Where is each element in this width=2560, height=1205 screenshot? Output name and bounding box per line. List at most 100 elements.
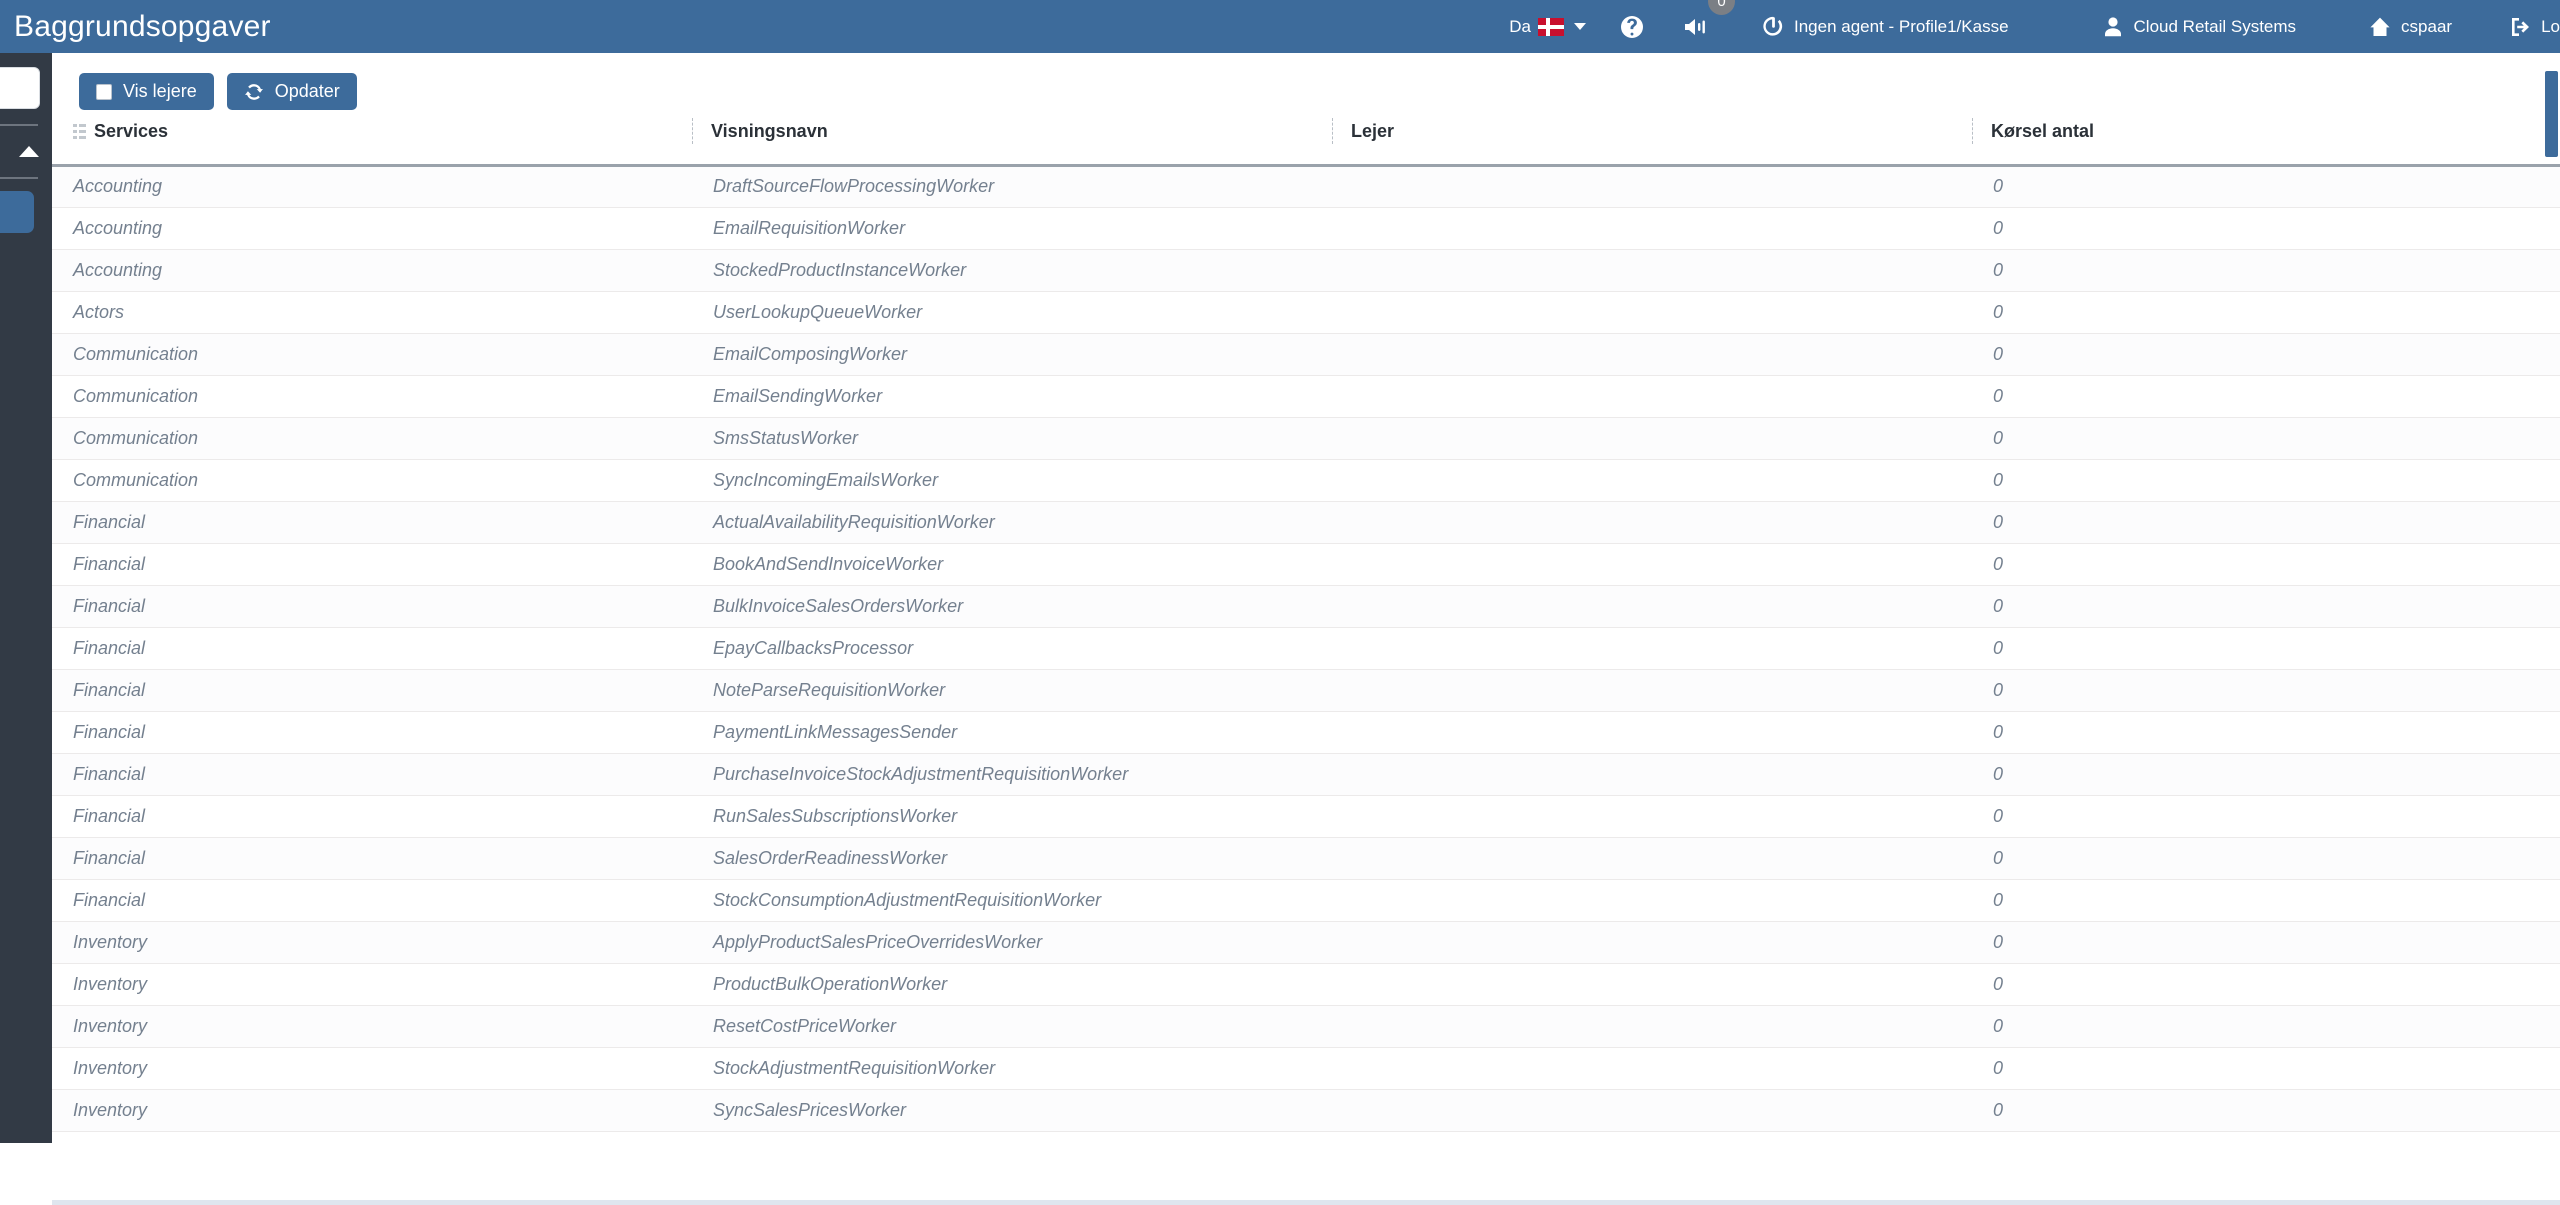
- table-row[interactable]: Financial NoteParseRequisitionWorker 0: [52, 669, 2560, 712]
- cell-tenant: [1332, 1005, 1972, 1048]
- cell-service: Financial: [52, 879, 692, 922]
- cell-display_name: RunSalesSubscriptionsWorker: [692, 795, 1332, 838]
- refresh-label: Opdater: [274, 81, 340, 101]
- table-row[interactable]: Financial RunSalesSubscriptionsWorker 0: [52, 795, 2560, 838]
- cell-run_count: 0: [1972, 1047, 2560, 1090]
- column-header-services[interactable]: Services: [52, 115, 692, 167]
- cell-run_count: 0: [1972, 543, 2560, 586]
- cell-run_count: 0: [1972, 207, 2560, 250]
- table-row[interactable]: Communication EmailSendingWorker 0: [52, 375, 2560, 418]
- cell-run_count: 0: [1972, 165, 2560, 208]
- table-row[interactable]: Inventory ResetCostPriceWorker 0: [52, 1005, 2560, 1048]
- table-row[interactable]: Accounting DraftSourceFlowProcessingWorke…: [52, 165, 2560, 208]
- cell-service: Accounting: [52, 165, 692, 208]
- table-row[interactable]: Financial EpayCallbacksProcessor 0: [52, 627, 2560, 670]
- column-header-tenant[interactable]: Lejer: [1332, 115, 1972, 167]
- table-row[interactable]: Inventory ApplyProductSalesPriceOverrides…: [52, 921, 2560, 964]
- column-header-tenant-label: Lejer: [1351, 120, 1395, 141]
- help-button[interactable]: [1620, 0, 1644, 53]
- table-body: Accounting DraftSourceFlowProcessingWorke…: [52, 165, 2560, 1132]
- cell-service: Communication: [52, 333, 692, 376]
- refresh-button[interactable]: Opdater: [226, 73, 357, 110]
- background-tasks-table-wrapper: Services Visningsnavn Lejer Kørsel antal…: [52, 115, 2560, 1205]
- cell-run_count: 0: [1972, 291, 2560, 334]
- agent-status-item[interactable]: Ingen agent - Profile1/Kasse: [1762, 0, 2009, 53]
- sidebar-divider-top: [0, 124, 38, 126]
- column-header-display-name[interactable]: Visningsnavn: [692, 115, 1332, 167]
- table-row[interactable]: Financial SalesOrderReadinessWorker 0: [52, 837, 2560, 880]
- language-label: Da: [1509, 16, 1531, 36]
- cell-tenant: [1332, 333, 1972, 376]
- agent-status-label: Ingen agent - Profile1/Kasse: [1794, 16, 2009, 36]
- table-row[interactable]: Communication SyncIncomingEmailsWorker 0: [52, 459, 2560, 502]
- table-row[interactable]: Financial PaymentLinkMessagesSender 0: [52, 711, 2560, 754]
- table-row[interactable]: Financial ActualAvailabilityRequisitionWo…: [52, 501, 2560, 544]
- sidebar-action-button[interactable]: [0, 191, 34, 233]
- logout-icon: [2512, 17, 2530, 36]
- table-row[interactable]: Accounting StockedProductInstanceWorker 0: [52, 249, 2560, 292]
- table-row[interactable]: Inventory ProductBulkOperationWorker 0: [52, 963, 2560, 1006]
- cell-run_count: 0: [1972, 501, 2560, 544]
- table-row[interactable]: Actors UserLookupQueueWorker 0: [52, 291, 2560, 334]
- cell-display_name: ActualAvailabilityRequisitionWorker: [692, 501, 1332, 544]
- cell-service: Communication: [52, 375, 692, 418]
- cell-display_name: BulkInvoiceSalesOrdersWorker: [692, 585, 1332, 628]
- vertical-scrollbar-thumb[interactable]: [2545, 71, 2558, 157]
- table-row[interactable]: Financial PurchaseInvoiceStockAdjustmentR…: [52, 753, 2560, 796]
- cell-display_name: StockedProductInstanceWorker: [692, 249, 1332, 292]
- table-row[interactable]: Inventory StockAdjustmentRequisitionWorke…: [52, 1047, 2560, 1090]
- sidebar-search-input[interactable]: [0, 67, 40, 109]
- show-tenants-checkbox[interactable]: [96, 83, 112, 100]
- cell-display_name: BookAndSendInvoiceWorker: [692, 543, 1332, 586]
- cell-display_name: StockConsumptionAdjustmentRequisitionWor…: [692, 879, 1332, 922]
- cell-tenant: [1332, 921, 1972, 964]
- table-row[interactable]: Communication SmsStatusWorker 0: [52, 417, 2560, 460]
- table-row[interactable]: Financial StockConsumptionAdjustmentRequi…: [52, 879, 2560, 922]
- background-tasks-table: Services Visningsnavn Lejer Kørsel antal…: [52, 115, 2560, 1132]
- table-head: Services Visningsnavn Lejer Kørsel antal: [52, 115, 2560, 167]
- logout-item[interactable]: Lo: [2508, 0, 2560, 53]
- cell-display_name: UserLookupQueueWorker: [692, 291, 1332, 334]
- cell-service: Inventory: [52, 1005, 692, 1048]
- table-row[interactable]: Financial BookAndSendInvoiceWorker 0: [52, 543, 2560, 586]
- cell-display_name: PurchaseInvoiceStockAdjustmentRequisitio…: [692, 753, 1332, 796]
- table-row[interactable]: Financial BulkInvoiceSalesOrdersWorker 0: [52, 585, 2560, 628]
- home-icon: [2370, 17, 2390, 36]
- show-tenants-label: Vis lejere: [123, 81, 197, 101]
- cell-tenant: [1332, 795, 1972, 838]
- cell-service: Financial: [52, 627, 692, 670]
- cell-display_name: NoteParseRequisitionWorker: [692, 669, 1332, 712]
- cell-service: Financial: [52, 753, 692, 796]
- cell-tenant: [1332, 669, 1972, 712]
- show-tenants-button[interactable]: Vis lejere: [79, 73, 214, 110]
- cell-tenant: [1332, 1089, 1972, 1132]
- column-header-run-count[interactable]: Kørsel antal: [1972, 115, 2560, 167]
- cell-run_count: 0: [1972, 375, 2560, 418]
- notification-badge: 0: [1708, 0, 1735, 15]
- cell-tenant: [1332, 879, 1972, 922]
- language-selector[interactable]: Da: [1509, 0, 1586, 53]
- cell-display_name: ResetCostPriceWorker: [692, 1005, 1332, 1048]
- speaker-icon: [1685, 18, 1705, 35]
- cell-tenant: [1332, 501, 1972, 544]
- cell-run_count: 0: [1972, 711, 2560, 754]
- cell-tenant: [1332, 753, 1972, 796]
- cell-run_count: 0: [1972, 417, 2560, 460]
- chevron-up-icon[interactable]: [19, 146, 39, 157]
- table-row[interactable]: Communication EmailComposingWorker 0: [52, 333, 2560, 376]
- cell-service: Financial: [52, 501, 692, 544]
- sound-notifications-button[interactable]: 0: [1682, 0, 1735, 53]
- table-row[interactable]: Inventory SyncSalesPricesWorker 0: [52, 1089, 2560, 1132]
- cell-display_name: EmailComposingWorker: [692, 333, 1332, 376]
- table-header-row: Services Visningsnavn Lejer Kørsel antal: [52, 115, 2560, 167]
- table-row[interactable]: Accounting EmailRequisitionWorker 0: [52, 207, 2560, 250]
- cell-service: Accounting: [52, 249, 692, 292]
- column-header-run-count-label: Kørsel antal: [1991, 120, 2095, 141]
- cell-tenant: [1332, 375, 1972, 418]
- power-icon: [1763, 16, 1783, 36]
- user-item[interactable]: cspaar: [2368, 0, 2452, 53]
- organization-item[interactable]: Cloud Retail Systems: [2101, 0, 2296, 53]
- cell-run_count: 0: [1972, 1089, 2560, 1132]
- top-navigation: Da 0 Ingen agent - Profile1/Kasse Cloud …: [1509, 0, 2560, 53]
- cell-tenant: [1332, 627, 1972, 670]
